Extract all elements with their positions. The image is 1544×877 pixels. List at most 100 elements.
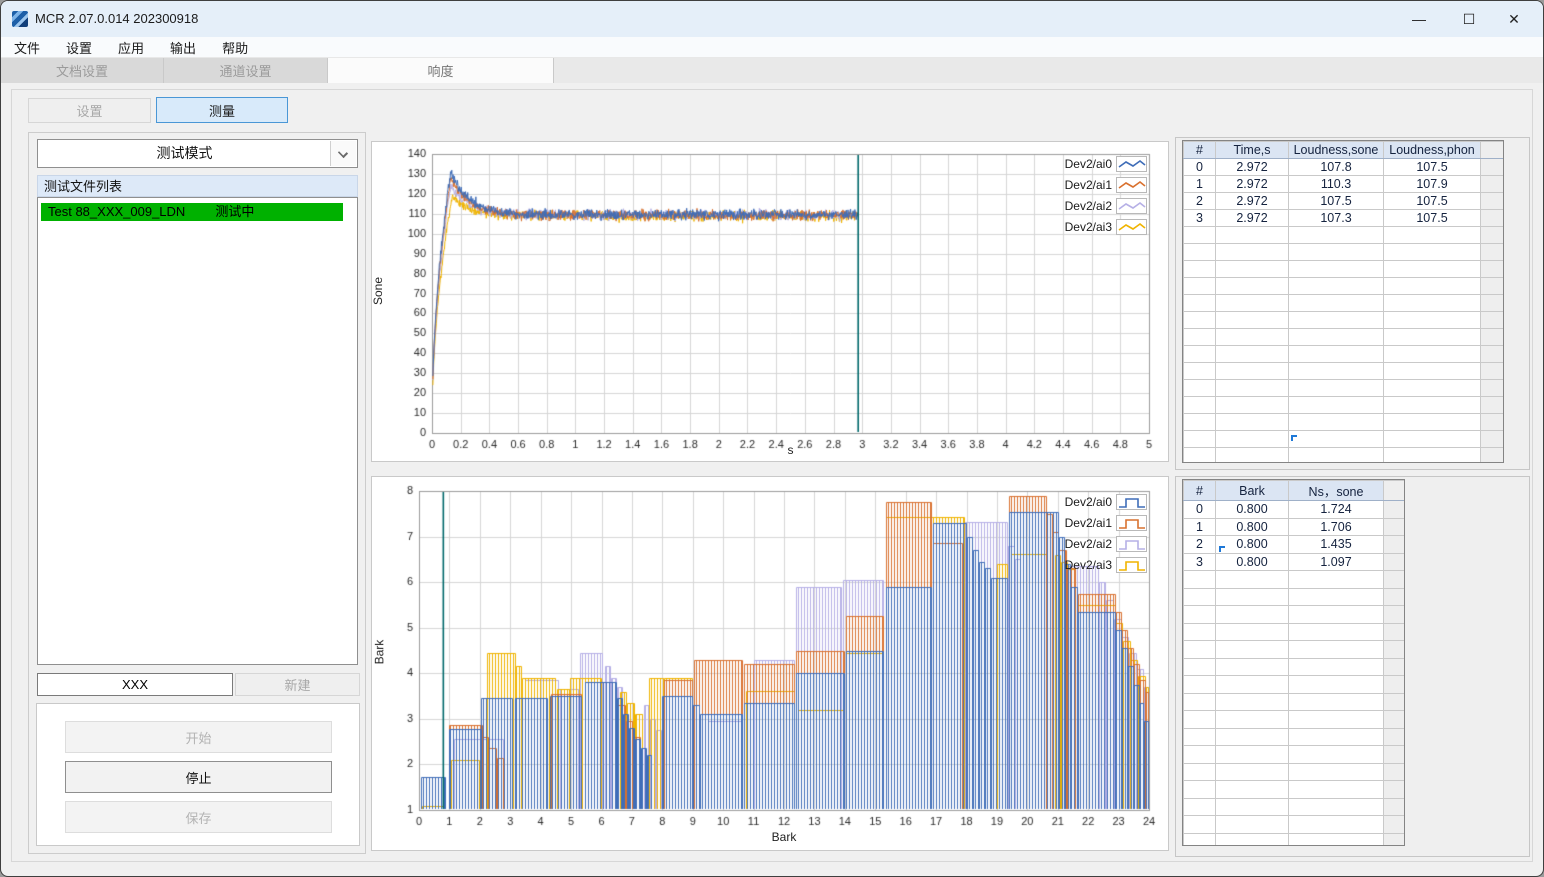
table-cell[interactable] [1288, 640, 1384, 659]
table-cell[interactable] [1288, 675, 1384, 694]
table-cell[interactable] [1288, 430, 1384, 448]
table-cell[interactable] [1215, 430, 1289, 448]
table-cell[interactable] [1183, 413, 1216, 431]
table-cell[interactable] [1183, 311, 1216, 329]
table-cell[interactable] [1215, 396, 1289, 414]
menu-file[interactable]: 文件 [1, 36, 53, 59]
table-cell[interactable] [1288, 692, 1384, 711]
table-cell[interactable] [1183, 277, 1216, 295]
table-cell[interactable] [1383, 328, 1481, 346]
table-cell[interactable] [1383, 379, 1481, 397]
specific-loudness-chart[interactable] [372, 477, 1168, 850]
table-cell[interactable] [1288, 396, 1384, 414]
table-cell[interactable] [1183, 379, 1216, 397]
table-cell[interactable] [1215, 622, 1289, 641]
table-cell[interactable] [1215, 657, 1289, 676]
table-cell[interactable] [1215, 797, 1289, 816]
table-cell[interactable] [1215, 277, 1289, 295]
table-cell[interactable]: 0.800 [1215, 535, 1289, 554]
table-cell[interactable] [1383, 226, 1481, 244]
table-cell[interactable]: 2.972 [1215, 158, 1289, 176]
table-cell[interactable] [1183, 570, 1216, 589]
table-cell[interactable] [1215, 745, 1289, 764]
table-cell[interactable] [1288, 226, 1384, 244]
table-cell[interactable] [1288, 710, 1384, 729]
table-cell[interactable] [1215, 328, 1289, 346]
table-cell[interactable] [1183, 396, 1216, 414]
table-cell[interactable]: 107.3 [1288, 209, 1384, 227]
table-cell[interactable] [1383, 413, 1481, 431]
table-cell[interactable] [1215, 447, 1289, 462]
table-cell[interactable] [1288, 570, 1384, 589]
table-cell[interactable] [1215, 379, 1289, 397]
table-cell[interactable] [1215, 570, 1289, 589]
table-cell[interactable] [1215, 605, 1289, 624]
table-cell[interactable] [1215, 413, 1289, 431]
menu-apply[interactable]: 应用 [105, 36, 157, 59]
table-cell[interactable] [1288, 243, 1384, 261]
table-cell[interactable] [1183, 328, 1216, 346]
table-cell[interactable] [1183, 832, 1216, 845]
table-cell[interactable]: 2 [1183, 192, 1216, 210]
table-cell[interactable] [1288, 362, 1384, 380]
table-cell[interactable] [1215, 675, 1289, 694]
table-cell[interactable] [1288, 277, 1384, 295]
table-cell[interactable] [1215, 780, 1289, 799]
table-cell[interactable] [1288, 780, 1384, 799]
table-cell[interactable] [1215, 832, 1289, 845]
table-cell[interactable] [1383, 311, 1481, 329]
table-cell[interactable] [1288, 745, 1384, 764]
table-cell[interactable] [1288, 447, 1384, 462]
table-cell[interactable]: 0.800 [1215, 517, 1289, 536]
table-cell[interactable]: 107.8 [1288, 158, 1384, 176]
table-cell[interactable] [1383, 430, 1481, 448]
table-cell[interactable] [1288, 815, 1384, 834]
table-cell[interactable] [1288, 762, 1384, 781]
table-cell[interactable]: 107.9 [1383, 175, 1481, 193]
table-cell[interactable] [1183, 640, 1216, 659]
table-cell[interactable] [1183, 692, 1216, 711]
table-cell[interactable] [1215, 815, 1289, 834]
table-cell[interactable] [1183, 605, 1216, 624]
table-cell[interactable] [1215, 727, 1289, 746]
table-cell[interactable] [1288, 832, 1384, 845]
table-cell[interactable] [1183, 430, 1216, 448]
table-cell[interactable] [1183, 362, 1216, 380]
new-button[interactable]: 新建 [235, 673, 360, 696]
table-cell[interactable] [1183, 657, 1216, 676]
table-cell[interactable]: 1.724 [1288, 500, 1384, 519]
table-cell[interactable] [1183, 780, 1216, 799]
menu-settings[interactable]: 设置 [53, 36, 105, 59]
table-cell[interactable]: 0.800 [1215, 552, 1289, 571]
minimize-button[interactable]: — [1399, 5, 1439, 33]
loudness-time-chart[interactable] [372, 142, 1168, 461]
table-cell[interactable] [1215, 692, 1289, 711]
table-cell[interactable]: 2.972 [1215, 192, 1289, 210]
table-cell[interactable] [1215, 362, 1289, 380]
subtab-settings-button[interactable]: 设置 [28, 98, 151, 123]
stop-button[interactable]: 停止 [65, 761, 332, 793]
table-cell[interactable] [1183, 345, 1216, 363]
table-cell[interactable]: 107.5 [1383, 209, 1481, 227]
table-cell[interactable]: 0.800 [1215, 500, 1289, 519]
table-cell[interactable] [1215, 294, 1289, 312]
table-cell[interactable]: 107.5 [1383, 192, 1481, 210]
table-cell[interactable] [1215, 710, 1289, 729]
table-cell[interactable] [1215, 311, 1289, 329]
table-cell[interactable] [1183, 815, 1216, 834]
tab-channel-settings[interactable]: 通道设置 [164, 58, 328, 83]
table-cell[interactable] [1288, 294, 1384, 312]
table-cell[interactable]: 110.3 [1288, 175, 1384, 193]
table-cell[interactable] [1183, 447, 1216, 462]
table-cell[interactable] [1288, 797, 1384, 816]
table-cell[interactable] [1288, 587, 1384, 606]
start-button[interactable]: 开始 [65, 721, 332, 753]
table-cell[interactable] [1183, 226, 1216, 244]
table-cell[interactable] [1288, 657, 1384, 676]
menu-help[interactable]: 帮助 [209, 36, 261, 59]
table-cell[interactable] [1215, 345, 1289, 363]
table-cell[interactable] [1288, 413, 1384, 431]
table-cell[interactable]: 2 [1183, 535, 1216, 554]
table-cell[interactable] [1288, 379, 1384, 397]
table-cell[interactable]: 2.972 [1215, 175, 1289, 193]
